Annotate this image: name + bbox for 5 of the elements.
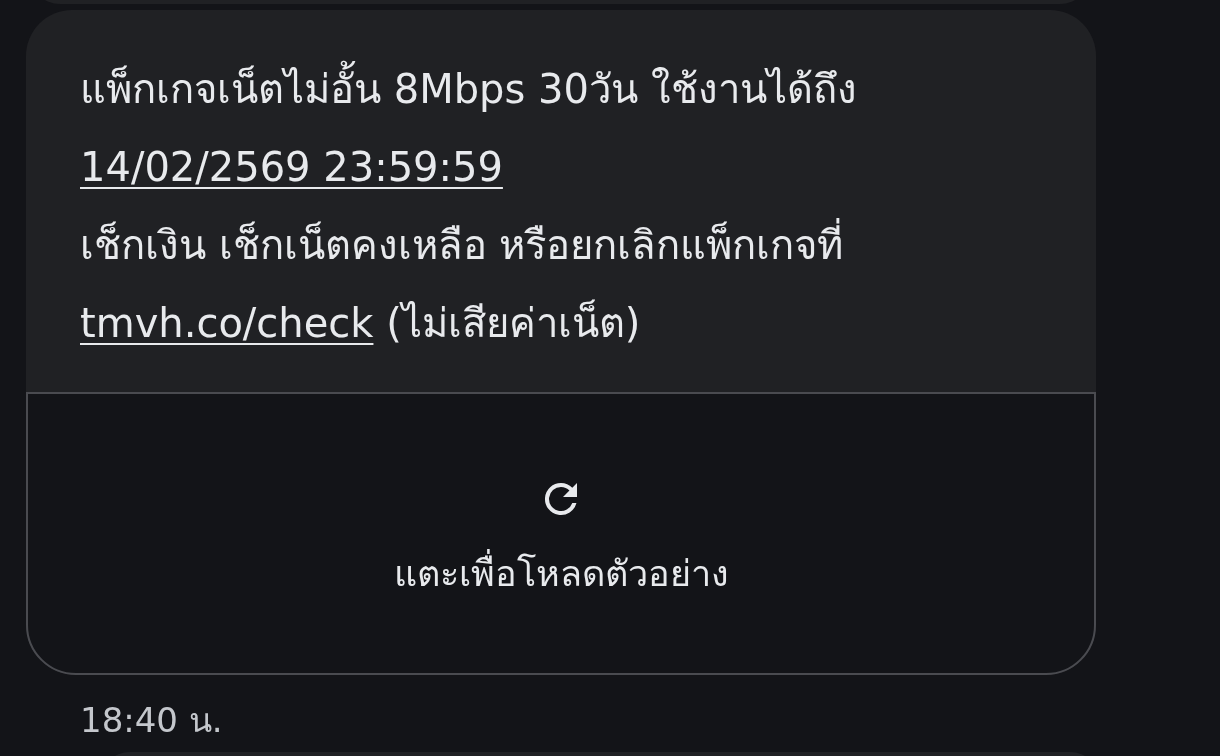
message-link[interactable]: tmvh.co/check (80, 300, 374, 346)
message-link[interactable]: 14/02/2569 23:59:59 (80, 144, 503, 190)
timestamp: 18:40 น. (80, 699, 224, 742)
load-preview-button[interactable]: แตะเพื่อโหลดตัวอย่าง (26, 392, 1096, 675)
message-text: แพ็กเกจเน็ตไม่อั้น 8Mbps 30วัน ใช้งานได้ถึง 14/02/2569 23:59:59 เช็กเงิน เช็กเน็ตคงเหลือ หรือยกเลิกแพ็กเกจที่ tmvh.co/check (ไม่เสียค่าเน็ต) (26, 10, 1096, 392)
